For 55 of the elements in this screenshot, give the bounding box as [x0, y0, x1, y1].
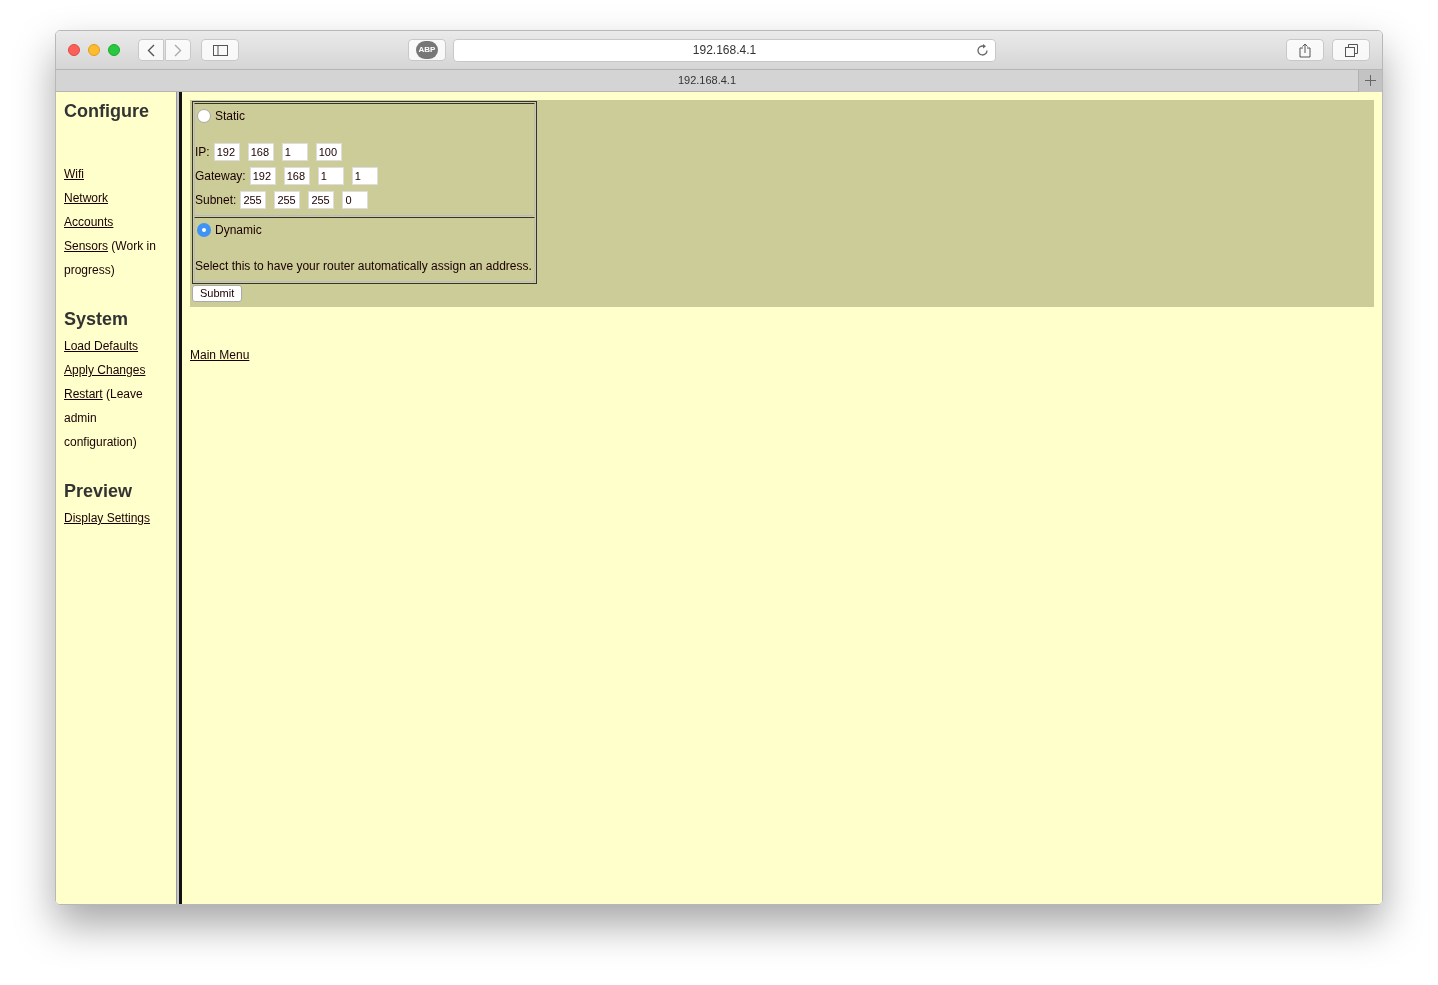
ad-blocker-badge: ABP	[416, 41, 438, 59]
sidebar-entry: Sensors (Work in progress)	[64, 238, 157, 279]
octet-input[interactable]: 168	[283, 167, 310, 185]
octet-input[interactable]: 100	[315, 143, 342, 161]
radio-button[interactable]	[197, 223, 211, 237]
radio-label: Dynamic	[215, 222, 262, 239]
octet-input[interactable]: 1	[351, 167, 378, 185]
octet-input[interactable]: 1	[317, 167, 344, 185]
field-label: IP:	[195, 144, 210, 161]
sidebar-icon	[212, 44, 228, 56]
share-button[interactable]	[1286, 39, 1324, 61]
extension-button[interactable]: ABP	[408, 39, 446, 61]
tabs-icon	[1344, 43, 1358, 57]
reload-icon[interactable]	[976, 43, 989, 57]
field-label: Subnet:	[195, 192, 237, 209]
plus-icon	[1365, 75, 1376, 86]
sidebar-link[interactable]: Wifi	[64, 167, 84, 181]
chevron-left-icon	[147, 43, 155, 57]
option-description: Select this to have your router automatically assign an address.	[195, 258, 533, 275]
sidebar-link[interactable]: Load Defaults	[64, 339, 139, 353]
octet-input[interactable]: 255	[240, 191, 267, 209]
section-heading: Configure	[64, 100, 150, 122]
sidebar-link[interactable]: Accounts	[64, 215, 114, 229]
sidebar-link[interactable]: Apply Changes	[64, 363, 146, 377]
octet-input[interactable]: 168	[247, 143, 274, 161]
octet-input[interactable]: 192	[213, 143, 240, 161]
field-label: Gateway:	[195, 168, 246, 185]
address-bar[interactable]: 192.168.4.1	[453, 38, 996, 62]
section-heading: Preview	[64, 480, 134, 502]
close-window-icon[interactable]	[68, 44, 80, 56]
sidebar-link[interactable]: Sensors	[64, 239, 109, 253]
sidebar-link[interactable]: Network	[64, 191, 108, 205]
url-text: 192.168.4.1	[692, 42, 757, 59]
section-heading: System	[64, 308, 130, 330]
main-menu-link[interactable]: Main Menu	[190, 347, 250, 363]
sidebar-button[interactable]	[201, 39, 239, 61]
forward-button[interactable]	[165, 39, 191, 61]
radio-button[interactable]	[197, 109, 211, 123]
octet-input[interactable]: 255	[274, 191, 301, 209]
octet-input[interactable]: 1	[281, 143, 308, 161]
octet-input[interactable]: 192	[249, 167, 276, 185]
radio-label: Static	[215, 108, 245, 125]
octet-input[interactable]: 255	[308, 191, 335, 209]
minimize-window-icon[interactable]	[88, 44, 100, 56]
tabs-button[interactable]	[1332, 39, 1370, 61]
chevron-right-icon	[174, 43, 182, 57]
submit-button[interactable]: Submit	[192, 285, 243, 302]
octet-input[interactable]: 0	[342, 191, 369, 209]
zoom-window-icon[interactable]	[108, 44, 120, 56]
sidebar-link[interactable]: Restart	[64, 387, 103, 401]
sidebar-entry: Restart (Leave admin configuration)	[64, 386, 144, 451]
sidebar-link[interactable]: Display Settings	[64, 511, 151, 525]
back-button[interactable]	[138, 39, 164, 61]
new-tab-button[interactable]	[1358, 69, 1382, 92]
share-icon	[1299, 42, 1311, 58]
